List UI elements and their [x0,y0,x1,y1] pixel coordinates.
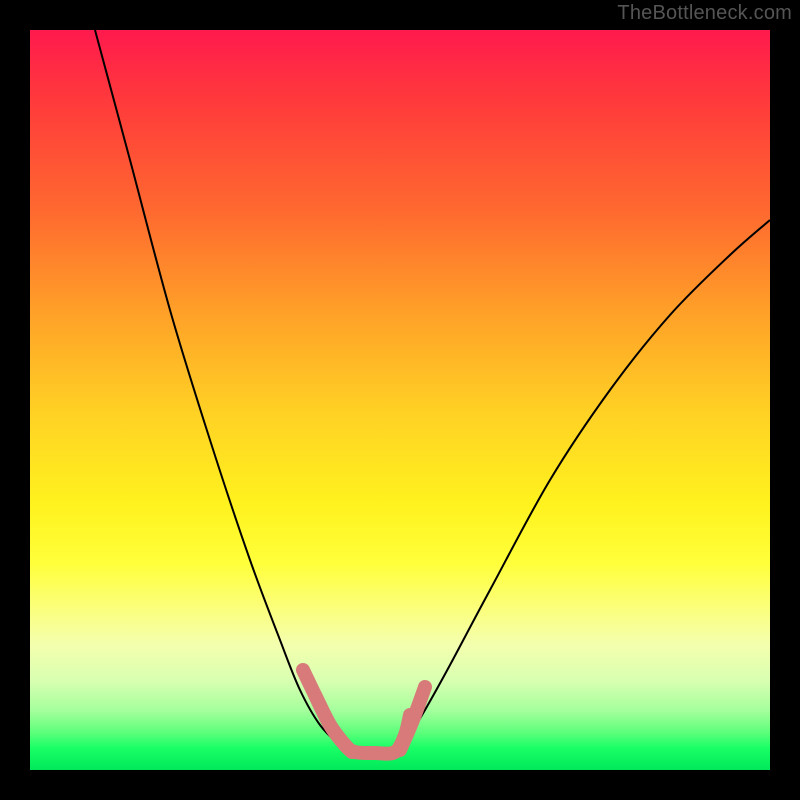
chart-frame: TheBottleneck.com [0,0,800,800]
curves-svg [30,30,770,770]
series-left-curve [95,30,350,750]
plot-area [30,30,770,770]
watermark-label: TheBottleneck.com [617,2,792,25]
series-right-curve [400,220,770,750]
